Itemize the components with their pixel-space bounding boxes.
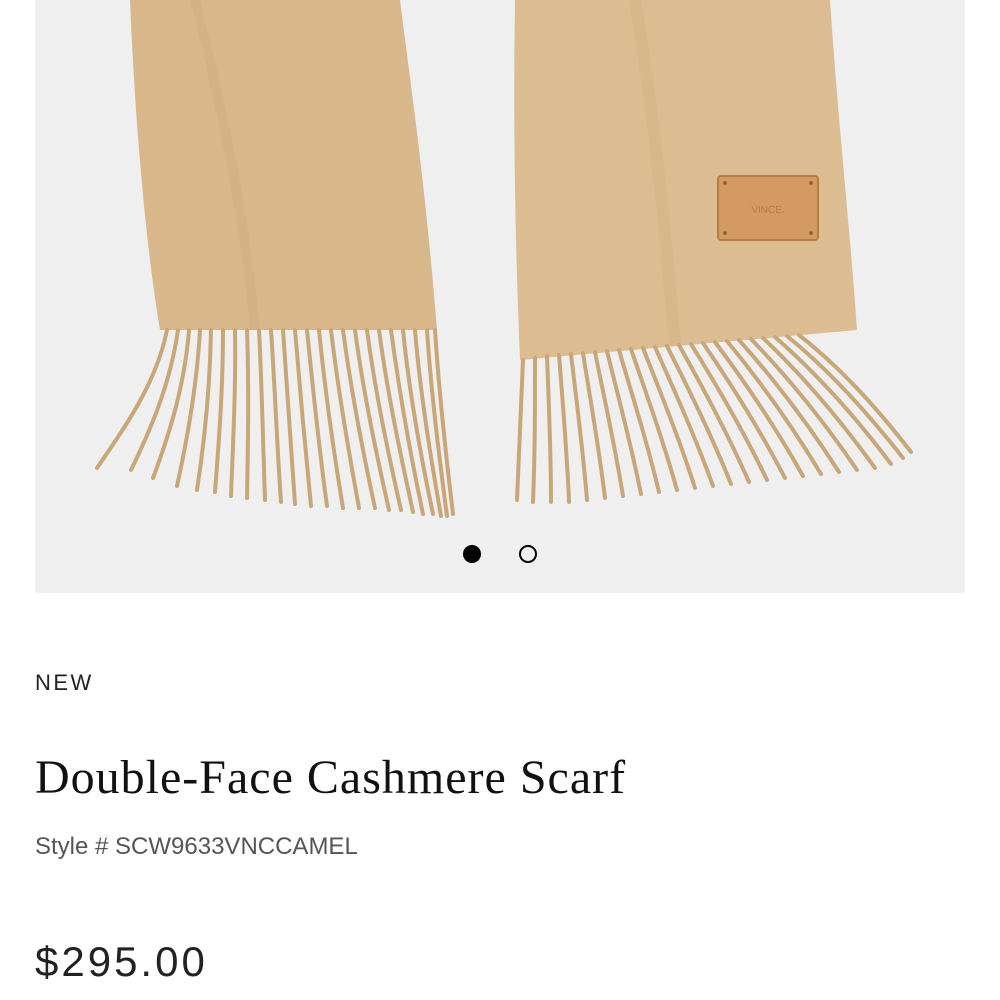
product-page: VINCE. NEW Double-Face Cashmere Scarf St…: [0, 0, 1000, 1000]
carousel-dot-2[interactable]: [519, 545, 537, 563]
new-badge: NEW: [35, 670, 94, 695]
carousel-dots: [35, 543, 965, 565]
style-label: Style #: [35, 833, 109, 860]
style-value: SCW9633VNCCAMEL: [115, 833, 358, 860]
right-fringe: [515, 333, 913, 504]
left-fringe: [95, 328, 455, 518]
price: $295.00: [35, 938, 208, 985]
patch-label: VINCE.: [751, 205, 784, 216]
carousel-dot-1[interactable]: [463, 545, 481, 563]
product-image-gallery[interactable]: VINCE.: [35, 0, 965, 593]
style-number: Style # SCW9633VNCCAMEL: [35, 833, 358, 861]
brand-patch: VINCE.: [717, 175, 819, 241]
product-image[interactable]: VINCE.: [35, 0, 965, 593]
product-title: Double-Face Cashmere Scarf: [35, 751, 627, 804]
